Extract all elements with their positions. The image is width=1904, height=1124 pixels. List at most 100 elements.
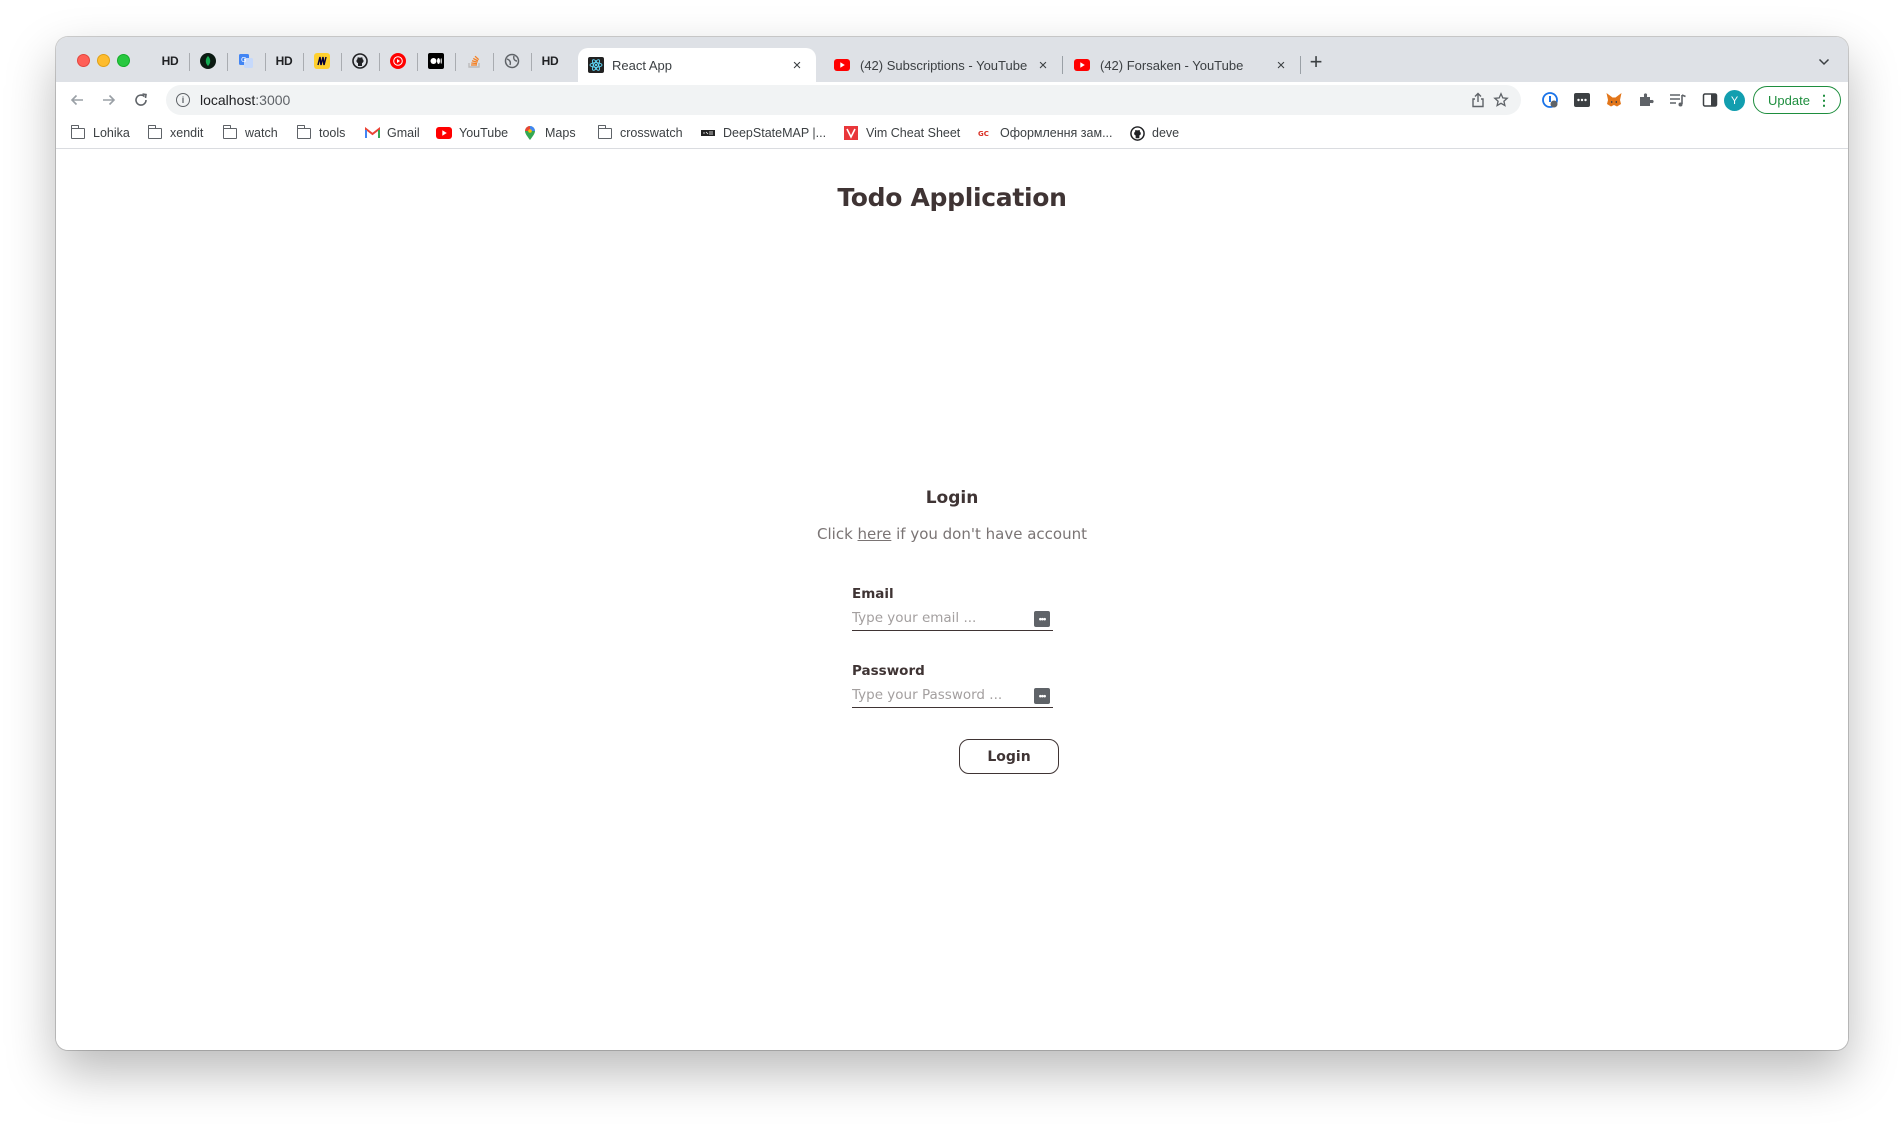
- forward-arrow-icon: [103, 94, 116, 106]
- svg-text:GC: GC: [978, 130, 989, 138]
- stack-overflow-icon: [468, 55, 480, 68]
- address-bar[interactable]: i localhost:3000: [166, 85, 1521, 115]
- svg-text:G: G: [241, 56, 246, 64]
- bookmark-youtube[interactable]: YouTube: [436, 126, 508, 140]
- update-button[interactable]: Update ⋮: [1753, 86, 1841, 114]
- tab-react-app[interactable]: React App ×: [578, 48, 816, 82]
- close-icon[interactable]: ×: [1034, 56, 1052, 74]
- folder-icon: [70, 124, 86, 140]
- bookmark-star-icon[interactable]: [1492, 91, 1510, 109]
- hd-icon: HD: [541, 54, 559, 68]
- register-hint: Click here if you don't have account: [817, 525, 1087, 543]
- login-button[interactable]: Login: [959, 739, 1059, 774]
- tab-strip: HD G HD HD React App × (42) Subscription…: [56, 37, 1848, 82]
- extension-metamask-icon[interactable]: [1605, 91, 1623, 109]
- password-label: Password: [852, 663, 925, 679]
- translate-icon: G: [239, 54, 253, 68]
- extension-1password-icon[interactable]: [1541, 91, 1559, 109]
- pinned-tab-translate[interactable]: G: [236, 51, 256, 71]
- pinned-tab-hd-3[interactable]: HD: [540, 51, 560, 71]
- page-content: Todo Application Login Click here if you…: [56, 150, 1848, 1050]
- browser-window: HD G HD HD React App × (42) Subscription…: [56, 37, 1848, 1050]
- site-info-icon[interactable]: i: [176, 93, 190, 107]
- bookmark-vim-cheat-sheet[interactable]: Vim Cheat Sheet: [843, 126, 960, 140]
- close-icon[interactable]: ×: [1272, 56, 1290, 74]
- password-field[interactable]: [852, 684, 1053, 708]
- bookmark-lohika[interactable]: Lohika: [70, 124, 130, 140]
- tab-title: React App: [612, 57, 672, 73]
- bookmark-maps[interactable]: Maps: [522, 125, 576, 140]
- register-link[interactable]: here: [858, 525, 892, 543]
- bookmarks-bar: Lohika xendit watch tools Gmail YouTube …: [56, 118, 1848, 149]
- github-icon: [352, 53, 368, 69]
- pinned-tab-hd[interactable]: HD: [160, 51, 180, 71]
- hd-icon: HD: [161, 54, 179, 68]
- bookmark-deve[interactable]: deve: [1129, 125, 1179, 141]
- password-manager-icon[interactable]: •••: [1034, 688, 1050, 704]
- close-window-button[interactable]: [77, 54, 90, 67]
- vim-icon: [843, 126, 859, 140]
- share-icon[interactable]: [1469, 91, 1487, 109]
- email-label: Email: [852, 586, 894, 602]
- medium-icon: [428, 53, 444, 69]
- bookmark-deepstatemap[interactable]: DeepStateMAP |...: [700, 126, 826, 140]
- youtube-icon: [1074, 59, 1090, 71]
- deepstate-icon: [700, 126, 716, 140]
- close-icon[interactable]: ×: [788, 56, 806, 74]
- globe-icon: [504, 53, 520, 69]
- bookmark-order[interactable]: GC Оформлення зам...: [977, 126, 1113, 140]
- hd-icon: HD: [275, 54, 293, 68]
- pinned-tab-stack-overflow[interactable]: [464, 51, 484, 71]
- new-tab-button[interactable]: +: [1306, 51, 1326, 73]
- media-controls-icon[interactable]: [1669, 91, 1687, 109]
- chevron-down-icon[interactable]: [1814, 52, 1834, 72]
- pinned-tab-leaf[interactable]: [198, 51, 218, 71]
- pinned-tab-github[interactable]: [350, 51, 370, 71]
- folder-icon: [222, 124, 238, 140]
- youtube-icon: [834, 59, 850, 71]
- back-arrow-icon: [70, 94, 83, 106]
- browser-toolbar: i localhost:3000 Y Update ⋮: [56, 82, 1848, 118]
- minimize-window-button[interactable]: [97, 54, 110, 67]
- pinned-tab-globe[interactable]: [502, 51, 522, 71]
- back-button[interactable]: [66, 89, 88, 111]
- extension-password-icon[interactable]: [1573, 91, 1591, 109]
- kebab-menu-icon: ⋮: [1817, 92, 1831, 108]
- pinned-tab-medium[interactable]: [426, 51, 446, 71]
- tab-title: (42) Forsaken - YouTube: [1100, 57, 1244, 73]
- maximize-window-button[interactable]: [117, 54, 130, 67]
- extensions-puzzle-icon[interactable]: [1637, 91, 1655, 109]
- folder-icon: [597, 124, 613, 140]
- url-text[interactable]: localhost:3000: [200, 92, 290, 108]
- youtube-music-icon: [390, 53, 406, 69]
- login-title: Login: [925, 488, 979, 508]
- tab-subscriptions-youtube[interactable]: (42) Subscriptions - YouTube ×: [824, 48, 1062, 82]
- tab-forsaken-youtube[interactable]: (42) Forsaken - YouTube ×: [1064, 48, 1300, 82]
- bookmark-watch[interactable]: watch: [222, 124, 278, 140]
- folder-icon: [147, 124, 163, 140]
- shop-icon: GC: [977, 126, 993, 140]
- bookmark-crosswatch[interactable]: crosswatch: [597, 124, 683, 140]
- pinned-tab-hd-2[interactable]: HD: [274, 51, 294, 71]
- side-panel-icon[interactable]: [1701, 91, 1719, 109]
- profile-avatar[interactable]: Y: [1724, 90, 1745, 111]
- reload-button[interactable]: [130, 89, 152, 111]
- pinned-tab-youtube-music[interactable]: [388, 51, 408, 71]
- reload-icon: [135, 93, 147, 106]
- github-icon: [1129, 125, 1145, 141]
- react-icon: [588, 57, 604, 73]
- folder-icon: [296, 124, 312, 140]
- gmail-icon: [364, 126, 380, 140]
- app-title: Todo Application: [837, 183, 1067, 212]
- bookmark-tools[interactable]: tools: [296, 124, 345, 140]
- tab-title: (42) Subscriptions - YouTube: [860, 57, 1028, 73]
- forward-button[interactable]: [98, 89, 120, 111]
- youtube-icon: [436, 126, 452, 140]
- bookmark-xendit[interactable]: xendit: [147, 124, 203, 140]
- password-manager-icon[interactable]: •••: [1034, 611, 1050, 627]
- bookmark-gmail[interactable]: Gmail: [364, 126, 420, 140]
- pinned-tab-miro[interactable]: [312, 51, 332, 71]
- maps-icon: [522, 125, 538, 140]
- email-field[interactable]: [852, 607, 1053, 631]
- miro-icon: [314, 53, 330, 69]
